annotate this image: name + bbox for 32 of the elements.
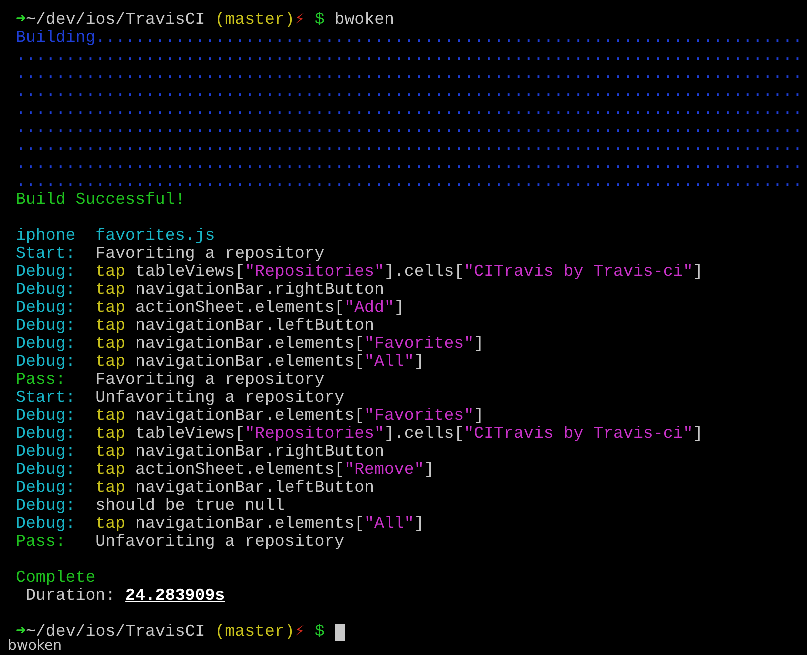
terminal-line: Debug: tap navigationBar.rightButton [16,443,384,461]
terminal-line: Debug: tap navigationBar.elements["All"] [16,515,424,533]
terminal-line: Building....................................................................... [16,29,803,47]
terminal-line: Debug: tap tableViews["Repositories"].cells["CITravis by Travis-ci"] [16,425,704,443]
terminal-line: Debug: tap actionSheet.elements["Add"] [16,299,404,317]
terminal-line: ............................................................................... [16,65,803,83]
terminal-line: Debug: tap navigationBar.elements["Favorites"] [16,335,484,353]
terminal-line: Debug: should be true null [16,497,285,515]
terminal-line: Debug: tap navigationBar.elements["Favorites"] [16,407,484,425]
terminal-line: Start: Favoriting a repository [16,245,325,263]
terminal-line: ............................................................................... [16,155,803,173]
terminal-line: Pass: Unfavoriting a repository [16,533,345,551]
terminal-line: Duration: 24.283909s [24,587,226,605]
terminal-line: ............................................................................... [16,101,803,119]
terminal-line: iphone favorites.js [16,227,216,245]
terminal-line: Debug: tap navigationBar.leftButton [16,479,375,497]
terminal-line: Debug: tap navigationBar.elements["All"] [16,353,424,371]
terminal-line: Debug: tap navigationBar.rightButton [16,281,384,299]
terminal-line: Complete [16,569,96,587]
terminal-line: ............................................................................... [16,47,803,65]
terminal-line: ➜~/dev/ios/TravisCI (master)⚡ $ [16,623,326,641]
terminal-line: Debug: tap actionSheet.elements["Remove"] [16,461,434,479]
terminal-line: ➜~/dev/ios/TravisCI (master)⚡ $ bwoken [16,11,394,29]
terminal-line: Pass: Favoriting a repository [16,371,325,389]
terminal-line: ............................................................................... [16,83,803,101]
terminal-line: ............................................................................... [16,137,803,155]
terminal-line: Build Successful! [16,191,186,209]
terminal-line: ............................................................................... [16,173,803,191]
terminal-line: ............................................................................... [16,119,803,137]
terminal-line: Debug: tap tableViews["Repositories"].cells["CITravis by Travis-ci"] [16,263,704,281]
terminal-line: Debug: tap navigationBar.leftButton [16,317,375,335]
terminal-line: Start: Unfavoriting a repository [16,389,345,407]
